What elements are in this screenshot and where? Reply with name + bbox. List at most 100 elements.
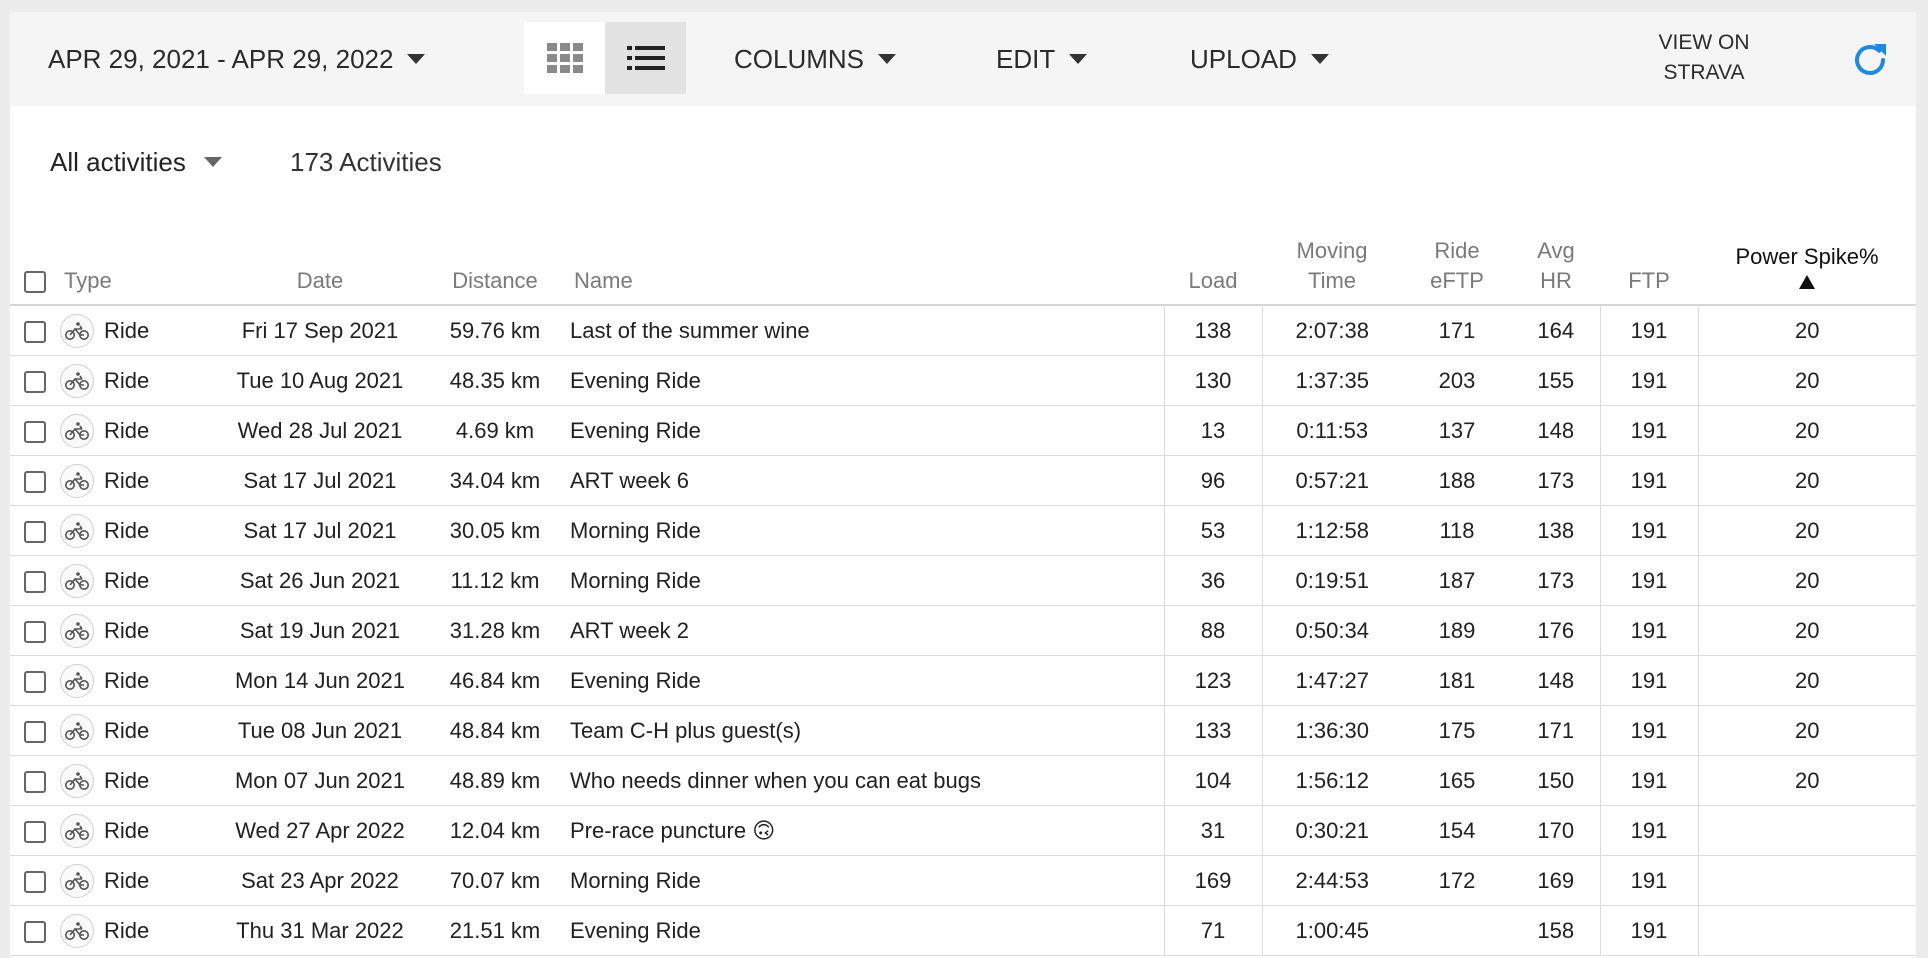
row-checkbox[interactable] <box>24 570 46 593</box>
table-row[interactable]: Ride Sat 26 Jun 2021 11.12 km Morning Ri… <box>10 555 1916 606</box>
edit-menu[interactable]: EDIT <box>996 12 1088 106</box>
chevron-down-icon <box>203 157 222 167</box>
avg-hr-cell: 138 <box>1512 505 1600 556</box>
grid-view-button[interactable] <box>524 22 605 94</box>
select-all-checkbox[interactable] <box>24 271 46 294</box>
row-checkbox[interactable] <box>24 720 46 743</box>
distance-cell: 70.07 km <box>420 855 570 906</box>
name-cell[interactable]: ART week 2 <box>570 605 1164 656</box>
list-view-button[interactable] <box>605 22 686 94</box>
edit-label: EDIT <box>996 43 1056 74</box>
columns-menu[interactable]: COLUMNS <box>734 12 897 106</box>
row-checkbox[interactable] <box>24 470 46 493</box>
row-select-cell <box>10 705 60 756</box>
moving-time-cell: 2:44:53 <box>1261 855 1402 906</box>
type-label: Ride <box>104 567 150 593</box>
type-cell: Ride <box>60 405 220 456</box>
name-cell[interactable]: Evening Ride <box>570 655 1164 706</box>
avg-hr-cell: 170 <box>1512 805 1600 856</box>
header-date[interactable]: Date <box>220 222 420 306</box>
header-ride-eftp-line1: Ride <box>1434 238 1480 263</box>
name-cell[interactable]: Morning Ride <box>570 505 1164 556</box>
row-checkbox[interactable] <box>24 320 46 343</box>
ftp-cell: 191 <box>1599 305 1698 356</box>
row-checkbox[interactable] <box>24 820 46 843</box>
view-on-strava-link[interactable]: VIEW ON STRAVA <box>1644 28 1764 88</box>
moving-time-cell: 1:47:27 <box>1261 655 1402 706</box>
table-row[interactable]: Ride Fri 17 Sep 2021 59.76 km Last of th… <box>10 305 1916 356</box>
bike-icon <box>60 613 94 648</box>
row-checkbox[interactable] <box>24 620 46 643</box>
header-power-spike[interactable]: Power Spike% <box>1698 222 1916 306</box>
date-cell: Sat 17 Jul 2021 <box>220 455 420 506</box>
date-cell: Sat 23 Apr 2022 <box>220 855 420 906</box>
sort-ascending-icon <box>1799 275 1815 289</box>
name-cell[interactable]: Evening Ride <box>570 405 1164 456</box>
table-body: Ride Fri 17 Sep 2021 59.76 km Last of th… <box>10 305 1916 956</box>
header-distance[interactable]: Distance <box>420 222 570 306</box>
table-row[interactable]: Ride Sat 23 Apr 2022 70.07 km Morning Ri… <box>10 855 1916 906</box>
bike-icon <box>60 413 94 448</box>
row-checkbox[interactable] <box>24 770 46 793</box>
bike-icon <box>60 313 94 348</box>
table-row[interactable]: Ride Sat 17 Jul 2021 34.04 km ART week 6… <box>10 455 1916 506</box>
row-checkbox[interactable] <box>24 520 46 543</box>
name-cell[interactable]: Team C-H plus guest(s) <box>570 705 1164 756</box>
type-label: Ride <box>104 467 150 493</box>
moving-time-cell: 2:07:38 <box>1261 305 1402 356</box>
moving-time-cell: 0:50:34 <box>1261 605 1402 656</box>
row-select-cell <box>10 405 60 456</box>
refresh-icon <box>1855 44 1886 75</box>
name-cell[interactable]: Evening Ride <box>570 355 1164 406</box>
header-name[interactable]: Name <box>570 222 1164 306</box>
header-avg-hr[interactable]: Avg HR <box>1512 222 1600 306</box>
table-row[interactable]: Ride Thu 31 Mar 2022 21.51 km Evening Ri… <box>10 905 1916 956</box>
name-cell[interactable]: Morning Ride <box>570 555 1164 606</box>
header-ftp[interactable]: FTP <box>1600 222 1698 306</box>
power-spike-cell: 20 <box>1697 455 1916 506</box>
name-cell[interactable]: Last of the summer wine <box>570 305 1164 356</box>
avg-hr-cell: 164 <box>1512 305 1600 356</box>
table-row[interactable]: Ride Wed 28 Jul 2021 4.69 km Evening Rid… <box>10 405 1916 456</box>
name-cell[interactable]: Evening Ride <box>570 905 1164 956</box>
row-checkbox[interactable] <box>24 670 46 693</box>
avg-hr-cell: 148 <box>1512 655 1600 706</box>
table-row[interactable]: Ride Wed 27 Apr 2022 12.04 km Pre-race p… <box>10 805 1916 856</box>
name-cell[interactable]: Who needs dinner when you can eat bugs <box>570 755 1164 806</box>
date-cell: Sat 26 Jun 2021 <box>220 555 420 606</box>
bike-icon <box>60 713 94 748</box>
table-row[interactable]: Ride Sat 19 Jun 2021 31.28 km ART week 2… <box>10 605 1916 656</box>
row-checkbox[interactable] <box>24 420 46 443</box>
avg-hr-cell: 169 <box>1512 855 1600 906</box>
ftp-cell: 191 <box>1599 655 1698 706</box>
ride-eftp-cell: 181 <box>1402 655 1512 706</box>
name-cell[interactable]: Morning Ride <box>570 855 1164 906</box>
header-load[interactable]: Load <box>1164 222 1262 306</box>
table-row[interactable]: Ride Mon 14 Jun 2021 46.84 km Evening Ri… <box>10 655 1916 706</box>
load-cell: 130 <box>1163 355 1262 406</box>
header-moving-time[interactable]: Moving Time <box>1262 222 1402 306</box>
table-row[interactable]: Ride Tue 08 Jun 2021 48.84 km Team C-H p… <box>10 705 1916 756</box>
table-row[interactable]: Ride Mon 07 Jun 2021 48.89 km Who needs … <box>10 755 1916 806</box>
header-type[interactable]: Type <box>60 222 220 306</box>
moving-time-cell: 0:30:21 <box>1261 805 1402 856</box>
table-row[interactable]: Ride Tue 10 Aug 2021 48.35 km Evening Ri… <box>10 355 1916 406</box>
date-cell: Sat 17 Jul 2021 <box>220 505 420 556</box>
load-cell: 133 <box>1163 705 1262 756</box>
activity-filter-dropdown[interactable]: All activities <box>50 142 222 182</box>
date-cell: Wed 28 Jul 2021 <box>220 405 420 456</box>
bike-icon <box>60 563 94 598</box>
header-ride-eftp[interactable]: Ride eFTP <box>1402 222 1512 306</box>
name-cell[interactable]: ART week 6 <box>570 455 1164 506</box>
type-cell: Ride <box>60 755 220 806</box>
upload-menu[interactable]: UPLOAD <box>1190 12 1329 106</box>
name-cell[interactable]: Pre-race puncture 🙃 <box>570 805 1164 856</box>
row-checkbox[interactable] <box>24 870 46 893</box>
date-range-dropdown[interactable]: APR 29, 2021 - APR 29, 2022 <box>48 12 426 106</box>
refresh-button[interactable] <box>1850 40 1890 80</box>
type-label: Ride <box>104 317 150 343</box>
table-row[interactable]: Ride Sat 17 Jul 2021 30.05 km Morning Ri… <box>10 505 1916 556</box>
row-checkbox[interactable] <box>24 370 46 393</box>
ftp-cell: 191 <box>1599 905 1698 956</box>
row-checkbox[interactable] <box>24 920 46 943</box>
